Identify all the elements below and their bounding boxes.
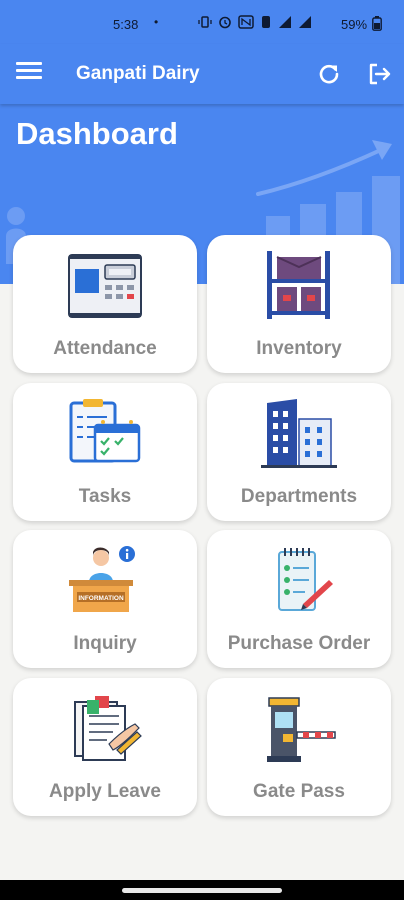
tile-label: Tasks — [78, 486, 132, 507]
signal-icon — [279, 16, 291, 28]
gate-pass-icon — [267, 697, 336, 762]
tile-apply-leave[interactable]: Apply Leave — [13, 678, 197, 816]
battery-icon — [372, 16, 382, 31]
tasks-icon — [69, 399, 141, 463]
logout-icon[interactable] — [366, 61, 392, 87]
tile-inquiry[interactable]: INFORMATION Inquiry — [13, 530, 197, 668]
app-bar: Ganpati Dairy — [0, 44, 404, 104]
tile-label: Departments — [240, 486, 358, 507]
departments-icon — [261, 399, 337, 468]
attendance-icon — [68, 254, 142, 318]
tile-label: Purchase Order — [227, 633, 371, 654]
status-bar: 5:38 • 59% — [0, 0, 404, 44]
tile-label: Gate Pass — [253, 781, 345, 802]
refresh-icon[interactable] — [316, 61, 342, 87]
apply-leave-icon — [74, 696, 142, 761]
app-title: Ganpati Dairy — [76, 63, 200, 84]
vibrate-icon — [198, 16, 212, 28]
tile-departments[interactable]: Departments — [207, 383, 391, 521]
tile-label: Apply Leave — [49, 781, 161, 802]
tile-tasks[interactable]: Tasks — [13, 383, 197, 521]
signal-2-icon — [299, 16, 311, 28]
tile-attendance[interactable]: Attendance — [13, 235, 197, 373]
status-dot: • — [154, 15, 159, 29]
menu-icon[interactable] — [16, 62, 42, 86]
tile-label: Inventory — [256, 338, 342, 359]
tile-label: Inquiry — [73, 633, 137, 654]
home-gesture-handle[interactable] — [122, 888, 282, 893]
inquiry-icon: INFORMATION — [69, 546, 135, 612]
silent-icon — [262, 16, 270, 28]
tile-label: Attendance — [53, 338, 157, 359]
status-time: 5:38 — [113, 17, 139, 32]
nfc-icon — [238, 15, 254, 29]
tile-inventory[interactable]: Inventory — [207, 235, 391, 373]
purchase-order-icon — [278, 548, 333, 611]
system-nav-bar — [0, 880, 404, 900]
page-title: Dashboard — [16, 116, 178, 151]
inventory-icon — [267, 251, 330, 319]
tile-purchase-order[interactable]: Purchase Order — [207, 530, 391, 668]
tile-gate-pass[interactable]: Gate Pass — [207, 678, 391, 816]
status-icons — [198, 15, 312, 29]
svg-text:INFORMATION: INFORMATION — [78, 595, 124, 602]
alarm-icon — [219, 16, 231, 29]
battery-percent: 59% — [341, 17, 368, 32]
